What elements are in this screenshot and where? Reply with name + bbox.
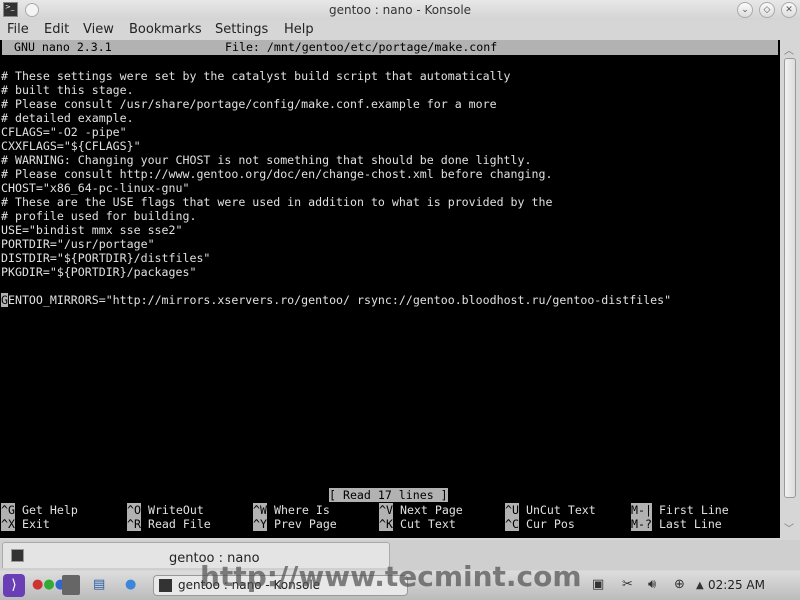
menu-help[interactable]: Help — [284, 22, 314, 37]
tray-expand-icon[interactable]: ▲ — [696, 580, 704, 591]
shortcut-key: M-? — [631, 517, 652, 531]
shortcut-item: ^W Where Is — [253, 503, 330, 517]
shortcut-item: ^R Read File — [127, 517, 211, 531]
shortcut-key: ^X — [1, 517, 15, 531]
shortcut-item: M-| First Line — [631, 503, 729, 517]
shortcut-item: ^Y Prev Page — [253, 517, 337, 531]
shortcut-item: M-? Last Line — [631, 517, 722, 531]
shortcut-item: ^K Cut Text — [379, 517, 456, 531]
text-line: CFLAGS="-O2 -pipe" — [1, 125, 127, 139]
text-line: # built this stage. — [1, 83, 134, 97]
text-line: CHOST="x86_64-pc-linux-gnu" — [1, 181, 190, 195]
text-line: CXXFLAGS="${CFLAGS}" — [1, 139, 141, 153]
status-message: [ Read 17 lines ] — [329, 488, 448, 502]
usb-icon[interactable]: ⊕ — [674, 577, 685, 592]
nano-header: GNU nano 2.3.1 File: /mnt/gentoo/etc/port… — [2, 40, 778, 55]
text-line: # Please consult /usr/share/portage/conf… — [1, 97, 497, 111]
shortcut-label: Where Is — [273, 503, 330, 517]
menu-edit[interactable]: Edit — [44, 22, 69, 37]
shortcut-label: UnCut Text — [525, 503, 596, 517]
shortcut-key: ^G — [1, 503, 15, 517]
shortcut-key: ^U — [505, 503, 519, 517]
shortcut-label: Cut Text — [399, 517, 456, 531]
shortcut-label: First Line — [658, 503, 729, 517]
shortcut-key: ^O — [127, 503, 141, 517]
shortcut-item: ^V Next Page — [379, 503, 463, 517]
shortcut-key: ^W — [253, 503, 267, 517]
shortcut-label: Exit — [21, 517, 50, 531]
shortcut-key: ^V — [379, 503, 393, 517]
clock[interactable]: 02:25 AM — [708, 578, 765, 592]
shortcut-label: Last Line — [658, 517, 722, 531]
window-title: gentoo : nano - Konsole — [328, 3, 472, 17]
shortcut-key: ^R — [127, 517, 141, 531]
menu-bookmarks[interactable]: Bookmarks — [129, 22, 202, 37]
scroll-up-icon[interactable]: ︿ — [784, 42, 794, 57]
menu-settings[interactable]: Settings — [215, 22, 268, 37]
watermark: http://www.tecmint.com — [200, 560, 582, 593]
network-icon[interactable]: ▣ — [592, 577, 604, 592]
clipboard-scissors-icon[interactable]: ✂ — [622, 577, 633, 592]
text-cursor: G — [1, 293, 8, 307]
scrollbar-thumb[interactable] — [784, 58, 796, 498]
menu-bar: File Edit View Bookmarks Settings Help — [0, 20, 800, 40]
shortcut-item: ^X Exit — [1, 517, 50, 531]
text-line-mirrors: GENTOO_MIRRORS="http://mirrors.xservers.… — [1, 293, 671, 307]
text-line: PORTDIR="/usr/portage" — [1, 237, 155, 251]
shortcut-label: WriteOut — [147, 503, 204, 517]
shortcut-label: Get Help — [21, 503, 78, 517]
desktop-icon[interactable] — [62, 575, 80, 595]
volume-icon[interactable]: 🔊︎ — [648, 577, 656, 592]
nano-filename: File: /mnt/gentoo/etc/portage/make.conf — [225, 40, 498, 54]
text-line: PKGDIR="${PORTDIR}/packages" — [1, 265, 197, 279]
line-text: ENTOO_MIRRORS="http://mirrors.xservers.r… — [7, 293, 672, 307]
shortcut-item: ^C Cur Pos — [505, 517, 575, 531]
file-manager-icon[interactable]: ▤ — [93, 577, 105, 592]
text-line: # Please consult http://www.gentoo.org/d… — [1, 167, 553, 181]
shortcut-item: ^U UnCut Text — [505, 503, 596, 517]
text-line: USE="bindist mmx sse sse2" — [1, 223, 183, 237]
menu-view[interactable]: View — [83, 22, 114, 37]
shortcut-item: ^O WriteOut — [127, 503, 204, 517]
scroll-down-icon[interactable]: ﹀ — [784, 520, 794, 535]
shortcut-label: Read File — [147, 517, 211, 531]
shortcut-item: ^G Get Help — [1, 503, 78, 517]
shortcut-label: Prev Page — [273, 517, 337, 531]
text-line: # WARNING: Changing your CHOST is not so… — [1, 153, 532, 167]
text-line: # profile used for building. — [1, 209, 197, 223]
text-line: # detailed example. — [1, 111, 134, 125]
activities-icon[interactable]: ●●● — [32, 577, 66, 592]
text-line: DISTDIR="${PORTDIR}/distfiles" — [1, 251, 211, 265]
terminal[interactable]: GNU nano 2.3.1 File: /mnt/gentoo/etc/port… — [0, 40, 780, 538]
maximize-button[interactable]: ◇ — [759, 2, 775, 18]
menu-file[interactable]: File — [7, 22, 29, 37]
shortcut-label: Next Page — [399, 503, 463, 517]
kde-menu-icon[interactable]: ⟩ — [3, 574, 25, 597]
text-line: # These are the USE flags that were used… — [1, 195, 553, 209]
shortcut-key: M-| — [631, 503, 652, 517]
terminal-icon — [11, 549, 24, 562]
shortcut-key: ^C — [505, 517, 519, 531]
shortcut-key: ^Y — [253, 517, 267, 531]
title-bar: >_ gentoo : nano - Konsole ⌄ ◇ ✕ — [0, 0, 800, 20]
nano-version: GNU nano 2.3.1 — [14, 40, 112, 54]
shortcut-key: ^K — [379, 517, 393, 531]
scrollbar[interactable]: ︿ ﹀ — [780, 40, 800, 538]
terminal-icon — [159, 579, 172, 592]
close-button[interactable]: ✕ — [781, 2, 797, 18]
text-line: # These settings were set by the catalys… — [1, 69, 511, 83]
browser-icon[interactable]: ● — [125, 577, 136, 592]
shortcut-label: Cur Pos — [525, 517, 575, 531]
minimize-button[interactable]: ⌄ — [737, 2, 753, 18]
